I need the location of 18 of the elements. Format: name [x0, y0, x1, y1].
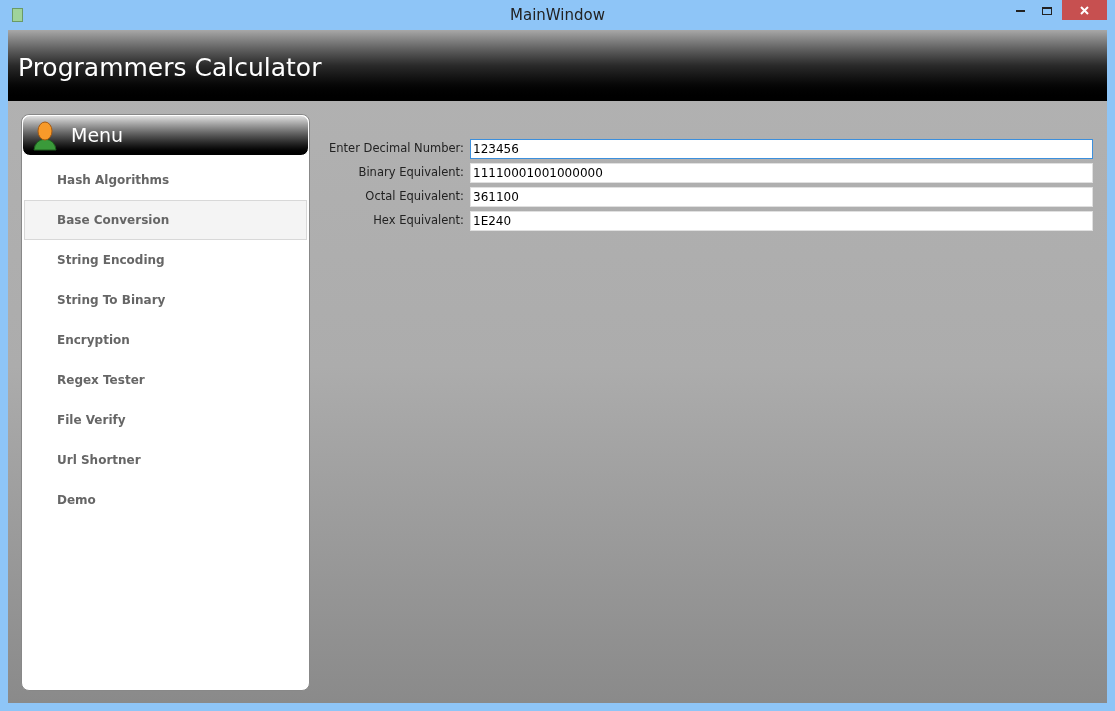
input-field[interactable]: 11110001001000000 [470, 163, 1093, 183]
maximize-icon [1042, 6, 1052, 15]
input-field[interactable]: 123456 [470, 139, 1093, 159]
field-label: Enter Decimal Number: [328, 140, 465, 158]
field-label: Octal Equivalent: [364, 188, 465, 206]
menu-item[interactable]: Base Conversion [24, 200, 307, 240]
user-icon [33, 120, 57, 151]
window-title: MainWindow [510, 4, 605, 26]
menu-title: Menu [71, 123, 124, 149]
input-field[interactable]: 361100 [470, 187, 1093, 207]
field-label: Binary Equivalent: [357, 164, 465, 182]
app-title: Programmers Calculator [18, 51, 322, 84]
field-label: Hex Equivalent: [372, 212, 465, 230]
close-button[interactable] [1062, 0, 1107, 20]
close-icon [1080, 5, 1089, 15]
input-field[interactable]: 1E240 [470, 211, 1093, 231]
minimize-icon [1015, 9, 1025, 12]
app-icon [12, 8, 23, 22]
